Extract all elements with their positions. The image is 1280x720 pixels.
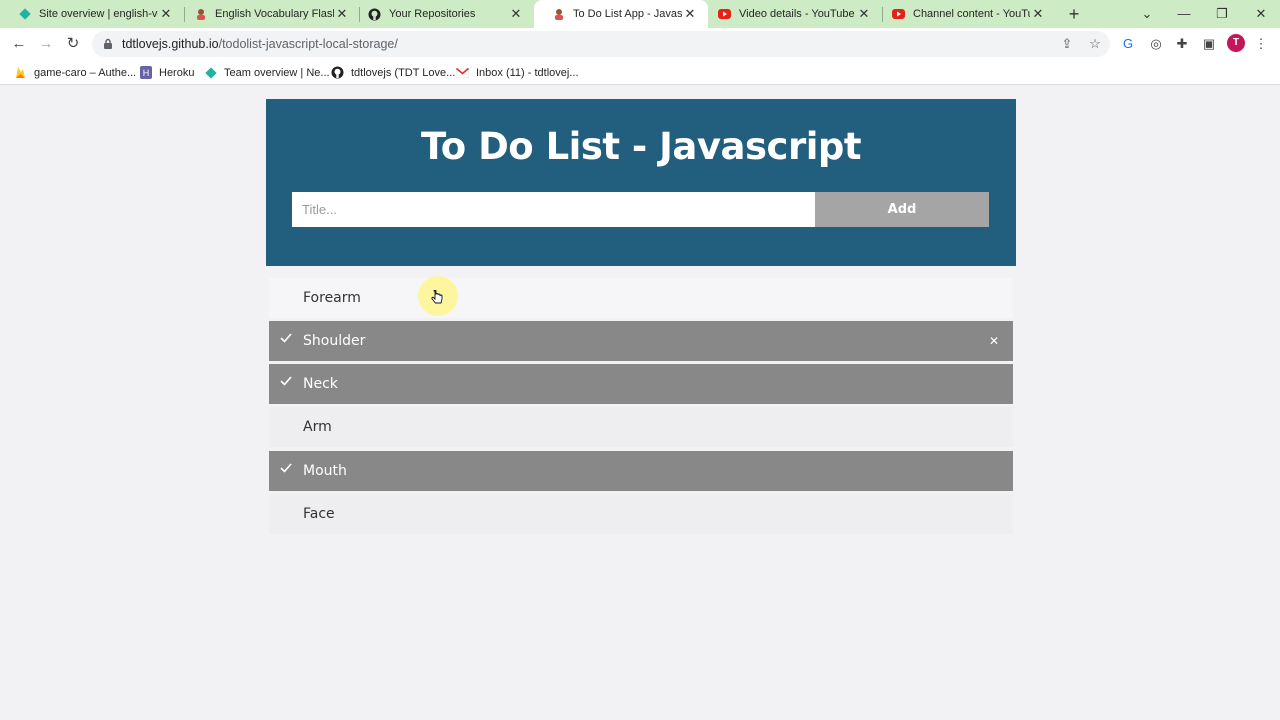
todo-item-label: Mouth xyxy=(303,463,347,479)
address-bar[interactable]: tdtlovejs.github.io/todolist-javascript-… xyxy=(92,31,1110,57)
restore-icon[interactable]: ❐ xyxy=(1212,4,1232,24)
add-button[interactable]: Add xyxy=(815,192,989,227)
url-host: tdtlovejs.github.io xyxy=(122,37,219,51)
netlify-icon xyxy=(18,8,31,21)
todo-item[interactable]: Face xyxy=(269,494,1013,534)
bookmark-game-caro[interactable]: game-caro – Authe... xyxy=(14,64,136,81)
gmail-icon xyxy=(456,66,469,79)
todo-item[interactable]: Forearm xyxy=(269,278,1013,318)
tab-title: Your Repositories xyxy=(389,8,476,20)
hand-pointer-icon xyxy=(431,290,443,304)
todo-item-label: Arm xyxy=(303,419,332,435)
url-text: tdtlovejs.github.io/todolist-javascript-… xyxy=(122,37,398,51)
avatar-icon xyxy=(194,8,207,21)
lock-icon xyxy=(104,38,112,49)
browser-toolbar: ← → ↻ tdtlovejs.github.io/todolist-javas… xyxy=(0,28,1280,60)
tab-title: Video details - YouTube Stu xyxy=(739,8,856,20)
side-panel-icon[interactable]: ▣ xyxy=(1200,35,1218,53)
close-icon[interactable]: ✕ xyxy=(508,6,524,22)
title-input[interactable] xyxy=(292,192,816,227)
tab-search-chevron-icon[interactable]: ⌄ xyxy=(1137,4,1157,24)
bookmark-inbox[interactable]: Inbox (11) - tdtlovej... xyxy=(456,64,579,81)
bookmarks-bar: game-caro – Authe... H Heroku Team overv… xyxy=(0,60,1280,85)
youtube-icon xyxy=(718,8,731,21)
bookmark-label: Heroku xyxy=(159,66,195,79)
todo-item-label: Shoulder xyxy=(303,333,366,349)
netlify-icon xyxy=(204,66,217,79)
check-icon xyxy=(280,463,292,473)
firebase-icon xyxy=(14,66,27,79)
bookmark-label: game-caro – Authe... xyxy=(34,66,137,79)
extension-circle-icon[interactable]: ◎ xyxy=(1147,35,1165,53)
share-icon[interactable]: ⇪ xyxy=(1060,37,1074,51)
tab-todo-app[interactable]: To Do List App - Javascript ✕ xyxy=(534,0,708,28)
bookmark-tdtlovejs[interactable]: tdtlovejs (TDT Love... xyxy=(331,64,455,81)
check-icon xyxy=(280,376,292,386)
close-icon[interactable]: ✕ xyxy=(334,6,350,22)
bookmark-heroku[interactable]: H Heroku xyxy=(139,64,194,81)
close-icon[interactable]: ✕ xyxy=(856,6,872,22)
back-arrow-icon[interactable]: ← xyxy=(8,33,30,55)
todo-item[interactable]: Neck xyxy=(269,364,1013,404)
github-icon xyxy=(368,8,381,21)
youtube-icon xyxy=(892,8,905,21)
translate-icon[interactable]: G xyxy=(1119,35,1137,53)
url-path: /todolist-javascript-local-storage/ xyxy=(218,37,398,51)
tab-your-repositories[interactable]: Your Repositories ✕ xyxy=(350,0,534,28)
tab-title: To Do List App - Javascript xyxy=(573,8,682,20)
todo-item[interactable]: Mouth xyxy=(269,451,1013,491)
profile-avatar[interactable]: T xyxy=(1227,34,1245,52)
todo-header: To Do List - Javascript Add xyxy=(266,99,1016,266)
close-icon[interactable]: ✕ xyxy=(682,6,698,22)
tab-title: Site overview | english-voca xyxy=(39,8,158,20)
tab-site-overview[interactable]: Site overview | english-voca ✕ xyxy=(0,0,184,28)
close-icon[interactable]: ✕ xyxy=(158,6,174,22)
todo-item-label: Neck xyxy=(303,376,338,392)
todo-item-label: Face xyxy=(303,506,335,522)
page-title: To Do List - Javascript xyxy=(420,125,862,168)
puzzle-extensions-icon[interactable]: ✚ xyxy=(1173,35,1191,53)
todo-item[interactable]: Arm xyxy=(269,407,1013,447)
more-menu-icon[interactable]: ⋮ xyxy=(1252,35,1270,53)
window-close-icon[interactable]: ✕ xyxy=(1251,4,1271,24)
todo-item-label: Forearm xyxy=(303,290,361,306)
bookmark-team-overview[interactable]: Team overview | Ne... xyxy=(204,64,330,81)
check-icon xyxy=(280,333,292,343)
tab-video-details[interactable]: Video details - YouTube Stu ✕ xyxy=(700,0,882,28)
tab-title: English Vocabulary Flashcar xyxy=(215,8,334,20)
todo-item[interactable]: Shoulder ✕ xyxy=(269,321,1013,361)
bookmark-label: Team overview | Ne... xyxy=(224,66,330,79)
forward-arrow-icon[interactable]: → xyxy=(35,33,57,55)
reload-icon[interactable]: ↻ xyxy=(62,33,84,55)
bookmark-star-icon[interactable]: ☆ xyxy=(1088,37,1102,51)
close-icon[interactable]: ✕ xyxy=(1030,6,1046,22)
tab-channel-content[interactable]: Channel content - YouTube ✕ xyxy=(874,0,1056,28)
bookmark-label: Inbox (11) - tdtlovej... xyxy=(476,66,579,79)
heroku-icon: H xyxy=(139,66,152,79)
tab-strip: Site overview | english-voca ✕ English V… xyxy=(0,0,1280,28)
new-tab-plus-icon[interactable]: + xyxy=(1064,4,1084,24)
tab-english-vocabulary[interactable]: English Vocabulary Flashcar ✕ xyxy=(176,0,360,28)
delete-close-icon[interactable]: ✕ xyxy=(987,334,1001,348)
bookmark-label: tdtlovejs (TDT Love... xyxy=(351,66,456,79)
github-icon xyxy=(331,66,344,79)
minimize-icon[interactable]: — xyxy=(1174,4,1194,24)
svg-text:H: H xyxy=(142,68,149,78)
avatar-icon xyxy=(552,8,565,21)
tab-title: Channel content - YouTube xyxy=(913,8,1030,20)
